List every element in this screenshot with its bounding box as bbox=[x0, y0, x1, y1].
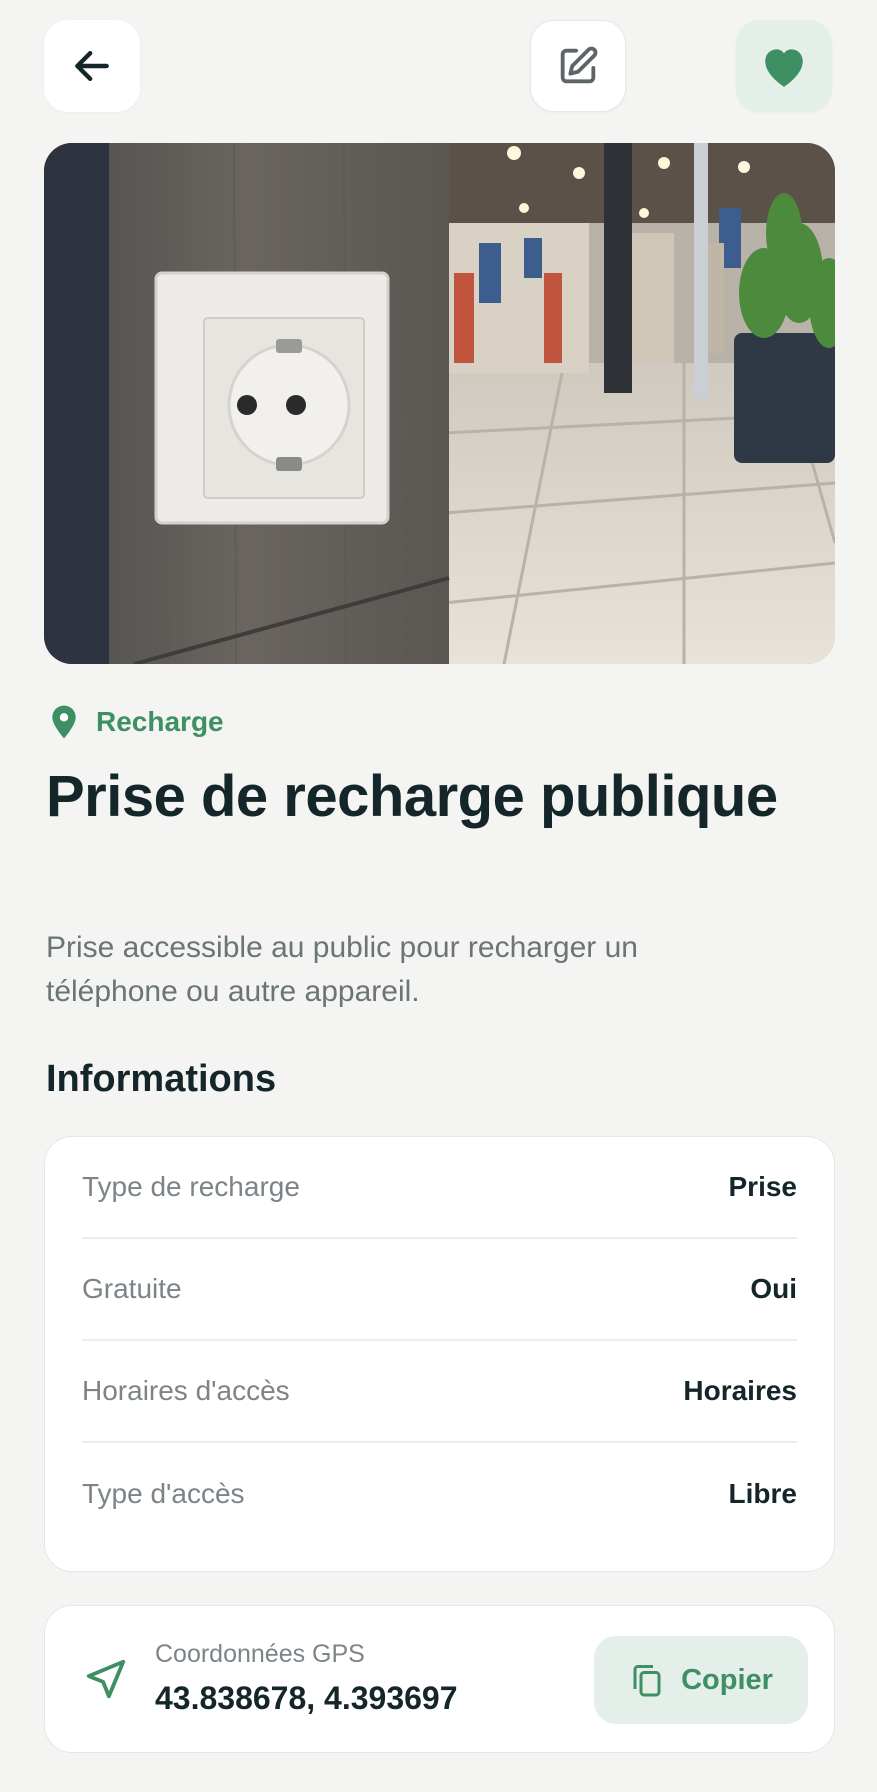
info-row-horaires: Horaires d'accès Horaires bbox=[82, 1341, 797, 1443]
info-label: Type d'accès bbox=[82, 1478, 245, 1509]
place-photo bbox=[44, 143, 835, 664]
favorite-button[interactable] bbox=[736, 20, 832, 112]
page-title: Prise de recharge publique bbox=[46, 764, 778, 829]
copy-label: Copier bbox=[681, 1663, 773, 1696]
heart-icon bbox=[765, 49, 803, 87]
place-description: Prise accessible au public pour recharge… bbox=[46, 931, 638, 1008]
info-card: Type de recharge Prise Gratuite Oui Hora… bbox=[44, 1136, 835, 1572]
info-heading: Informations bbox=[46, 1058, 277, 1100]
gps-coordinates: 43.838678, 4.393697 bbox=[155, 1680, 458, 1716]
info-row-type-acces: Type d'accès Libre bbox=[82, 1443, 797, 1545]
edit-button[interactable] bbox=[530, 20, 626, 112]
category-label: Recharge bbox=[96, 706, 224, 737]
map-pin-icon bbox=[52, 705, 76, 739]
arrow-left-icon bbox=[75, 50, 109, 82]
gps-label: Coordonnées GPS bbox=[155, 1640, 365, 1668]
info-value: Prise bbox=[728, 1171, 798, 1202]
info-value: Libre bbox=[728, 1478, 797, 1509]
navigation-icon bbox=[86, 1659, 126, 1699]
gps-card: Coordonnées GPS 43.838678, 4.393697 Copi… bbox=[44, 1605, 835, 1753]
category: Recharge bbox=[50, 704, 224, 740]
info-value: Horaires bbox=[683, 1375, 797, 1406]
info-label: Horaires d'accès bbox=[82, 1375, 290, 1406]
copy-icon bbox=[633, 1665, 661, 1697]
edit-icon bbox=[560, 46, 598, 84]
info-label: Type de recharge bbox=[82, 1171, 300, 1202]
info-row-type-recharge: Type de recharge Prise bbox=[82, 1137, 797, 1239]
back-button[interactable] bbox=[44, 20, 140, 112]
info-row-gratuite: Gratuite Oui bbox=[82, 1239, 797, 1341]
copy-button[interactable]: Copier bbox=[594, 1636, 808, 1724]
info-label: Gratuite bbox=[82, 1273, 182, 1304]
info-value: Oui bbox=[750, 1273, 797, 1304]
